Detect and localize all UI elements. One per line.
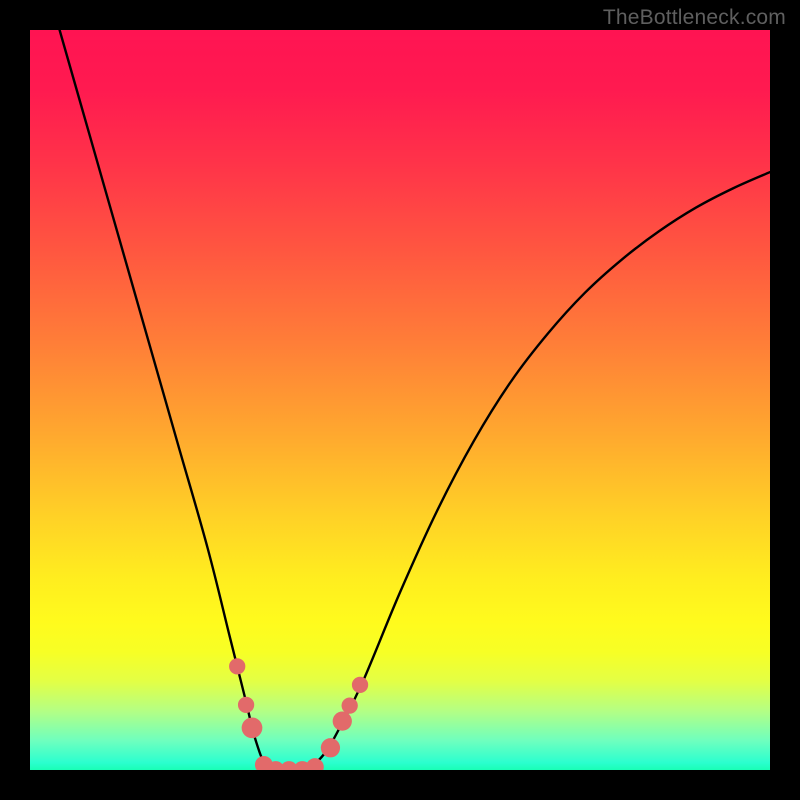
curve-marker	[342, 697, 358, 713]
curve-marker	[229, 658, 245, 674]
curve-marker	[352, 677, 368, 693]
bottleneck-curve	[60, 30, 770, 770]
curve-marker	[306, 758, 324, 770]
chart-frame: TheBottleneck.com	[0, 0, 800, 800]
watermark-text: TheBottleneck.com	[603, 6, 786, 30]
curve-marker	[242, 717, 263, 738]
curve-marker	[321, 738, 340, 757]
plot-area	[30, 30, 770, 770]
curve-marker	[333, 712, 352, 731]
curve-svg	[30, 30, 770, 770]
curve-marker	[238, 697, 254, 713]
